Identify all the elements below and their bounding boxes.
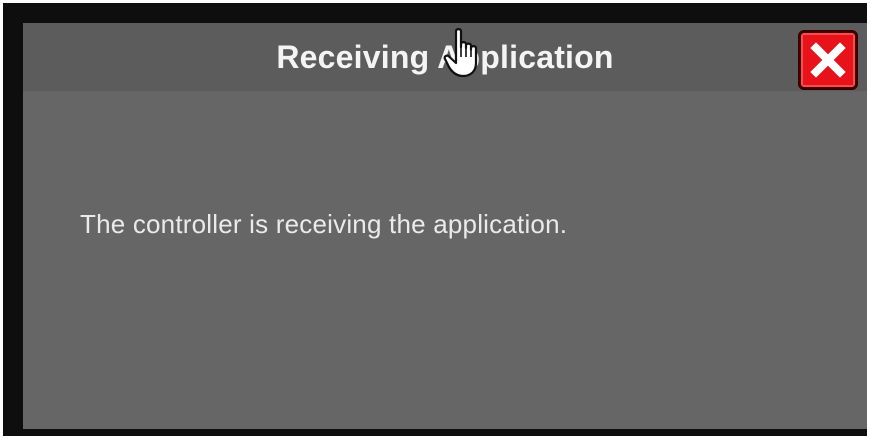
hand-pointer-icon — [443, 28, 478, 78]
close-button[interactable] — [798, 30, 858, 90]
dialog-message: The controller is receiving the applicat… — [80, 209, 568, 239]
window-frame: Receiving Application The controller is … — [3, 3, 867, 436]
receiving-application-dialog: Receiving Application The controller is … — [23, 23, 867, 429]
close-icon — [810, 42, 846, 78]
